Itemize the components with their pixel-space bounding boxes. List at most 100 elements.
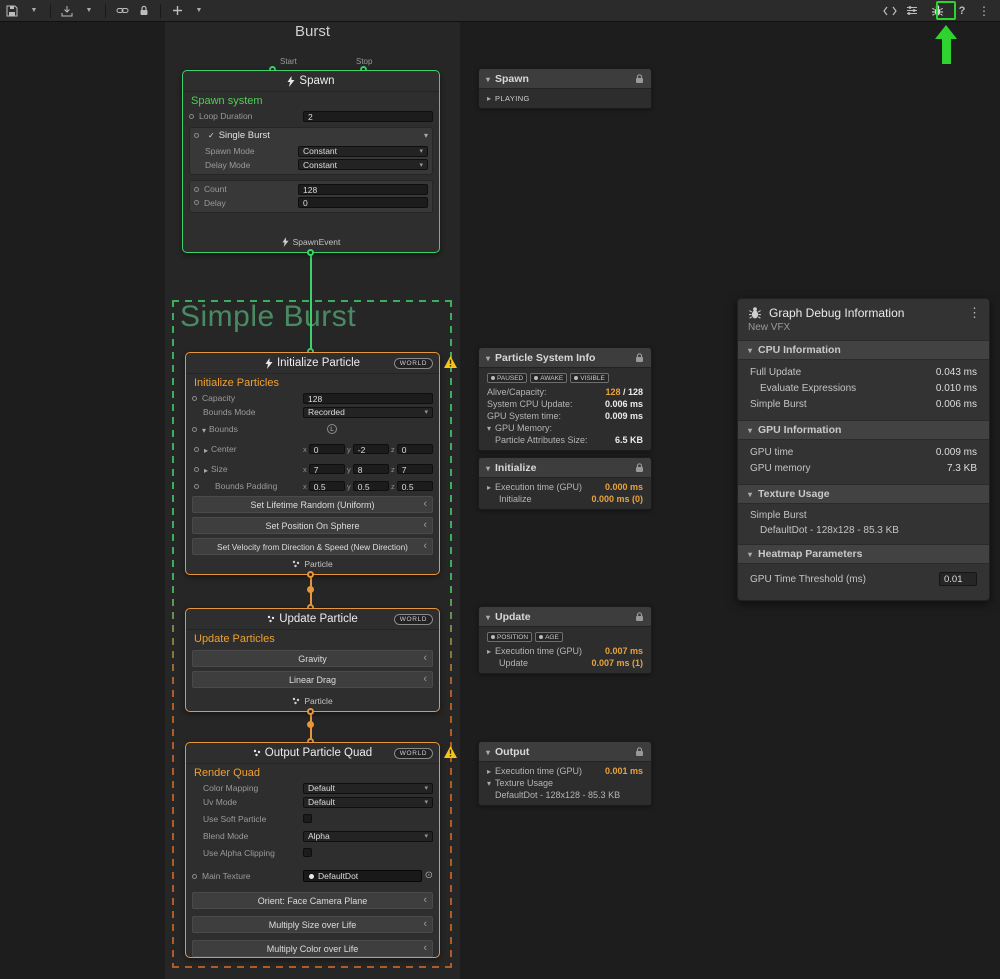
input-port-dot[interactable]: [194, 133, 199, 138]
collapse-caret-icon[interactable]: [424, 130, 428, 141]
section-caret-icon[interactable]: [748, 548, 752, 560]
lock-icon[interactable]: [635, 353, 644, 363]
block-chevron-icon[interactable]: ‹: [423, 541, 427, 552]
update-monitor-header[interactable]: Update: [479, 607, 651, 627]
uv-mode-dropdown[interactable]: Default: [303, 797, 433, 808]
center-y-field[interactable]: -2: [353, 444, 389, 454]
block-chevron-icon[interactable]: ‹: [423, 919, 427, 930]
spawn-mode-dropdown[interactable]: Constant: [298, 146, 428, 157]
loop-duration-field[interactable]: 2: [303, 111, 433, 122]
bounds-mode-dropdown[interactable]: Recorded: [303, 407, 433, 418]
section-caret-icon[interactable]: [486, 352, 490, 364]
main-texture-object-field[interactable]: DefaultDot: [303, 870, 422, 882]
checkbox-checked-icon[interactable]: [208, 130, 215, 141]
single-burst-header[interactable]: Single Burst: [190, 128, 432, 143]
output-monitor-header[interactable]: Output: [479, 742, 651, 762]
lock-icon[interactable]: [635, 463, 644, 473]
spawn-context-node[interactable]: Spawn Spawn system Loop Duration 2 Singl…: [182, 70, 440, 253]
block-multiply-color[interactable]: Multiply Color over Life‹: [192, 940, 433, 957]
size-y-field[interactable]: 8: [353, 464, 389, 474]
collapsed-caret-icon[interactable]: [204, 460, 208, 478]
count-field[interactable]: 128: [298, 184, 428, 195]
expand-caret-icon[interactable]: [487, 423, 491, 433]
heatmap-parameters-section[interactable]: Heatmap Parameters: [738, 544, 989, 564]
input-port-dot[interactable]: [192, 874, 197, 879]
more-menu-icon[interactable]: ⋮: [976, 2, 992, 20]
block-chevron-icon[interactable]: ‹: [423, 520, 427, 531]
lock-icon[interactable]: [635, 74, 644, 84]
add-icon[interactable]: [169, 2, 185, 20]
block-chevron-icon[interactable]: ‹: [423, 895, 427, 906]
row-caret-icon[interactable]: [487, 482, 491, 492]
cpu-information-section[interactable]: CPU Information: [738, 340, 989, 360]
row-caret-icon[interactable]: [487, 766, 491, 776]
lock-icon[interactable]: [136, 2, 152, 20]
output-context-node[interactable]: Output Particle Quad WORLD Render Quad C…: [185, 742, 440, 958]
block-gravity[interactable]: Gravity‹: [192, 650, 433, 667]
block-orient-face-camera[interactable]: Orient: Face Camera Plane‹: [192, 892, 433, 909]
code-view-icon[interactable]: [882, 2, 898, 20]
expand-caret-icon[interactable]: [487, 778, 491, 788]
section-caret-icon[interactable]: [748, 344, 752, 356]
block-set-velocity[interactable]: Set Velocity from Direction & Speed (New…: [192, 538, 433, 555]
spawn-monitor-header[interactable]: Spawn: [479, 69, 651, 89]
output-warning-icon[interactable]: [444, 746, 457, 758]
section-caret-icon[interactable]: [486, 73, 490, 85]
section-caret-icon[interactable]: [748, 424, 752, 436]
input-port-dot[interactable]: [194, 467, 199, 472]
system-label[interactable]: Simple Burst: [180, 300, 356, 334]
input-port-dot[interactable]: [194, 200, 199, 205]
padding-z-field[interactable]: 0.5: [397, 481, 433, 491]
output-node-header[interactable]: Output Particle Quad WORLD: [186, 743, 439, 764]
single-burst-block[interactable]: Single Burst Spawn Mode Constant Delay M…: [189, 127, 433, 175]
bounds-link-icon[interactable]: L: [327, 424, 337, 434]
lock-icon[interactable]: [635, 747, 644, 757]
help-icon[interactable]: ?: [954, 2, 970, 20]
link-icon[interactable]: [114, 2, 130, 20]
capacity-field[interactable]: 128: [303, 393, 433, 404]
section-caret-icon[interactable]: [748, 488, 752, 500]
block-chevron-icon[interactable]: ‹: [423, 499, 427, 510]
input-port-dot[interactable]: [192, 396, 197, 401]
initialize-node-header[interactable]: Initialize Particle WORLD: [186, 353, 439, 374]
input-port-dot[interactable]: [192, 427, 197, 432]
initialize-output-port[interactable]: [307, 571, 314, 578]
block-chevron-icon[interactable]: ‹: [423, 653, 427, 664]
kebab-menu-icon[interactable]: ⋮: [968, 305, 981, 321]
collapsed-caret-icon[interactable]: [204, 440, 208, 458]
gpu-time-threshold-input[interactable]: 0.01: [939, 572, 977, 586]
center-x-field[interactable]: 0: [309, 444, 345, 454]
expand-caret-icon[interactable]: [202, 420, 206, 438]
use-alpha-clipping-checkbox[interactable]: [303, 848, 312, 857]
settings-sliders-icon[interactable]: [904, 2, 920, 20]
texture-usage-section[interactable]: Texture Usage: [738, 484, 989, 504]
row-caret-icon[interactable]: [487, 646, 491, 656]
input-port-dot[interactable]: [194, 447, 199, 452]
update-output-port[interactable]: [307, 708, 314, 715]
size-z-field[interactable]: 7: [397, 464, 433, 474]
export-icon[interactable]: [59, 2, 75, 20]
block-multiply-size[interactable]: Multiply Size over Life‹: [192, 916, 433, 933]
initialize-warning-icon[interactable]: [444, 356, 457, 368]
state-caret-icon[interactable]: [487, 93, 491, 103]
use-soft-particle-checkbox[interactable]: [303, 814, 312, 823]
section-caret-icon[interactable]: [486, 746, 490, 758]
size-x-field[interactable]: 7: [309, 464, 345, 474]
block-chevron-icon[interactable]: ‹: [423, 674, 427, 685]
count-delay-block[interactable]: Count 128 Delay 0: [189, 180, 433, 213]
block-chevron-icon[interactable]: ‹: [423, 943, 427, 954]
spawn-node-header[interactable]: Spawn: [183, 71, 439, 92]
input-port-dot[interactable]: [194, 484, 199, 489]
center-z-field[interactable]: 0: [397, 444, 433, 454]
update-context-node[interactable]: Update Particle WORLD Update Particles G…: [185, 608, 440, 712]
initialize-context-node[interactable]: Initialize Particle WORLD Initialize Par…: [185, 352, 440, 575]
section-caret-icon[interactable]: [486, 462, 490, 474]
padding-y-field[interactable]: 0.5: [353, 481, 389, 491]
object-picker-icon[interactable]: ⊙: [425, 871, 433, 881]
delay-field[interactable]: 0: [298, 197, 428, 208]
blend-mode-dropdown[interactable]: Alpha: [303, 831, 433, 842]
update-node-header[interactable]: Update Particle WORLD: [186, 609, 439, 630]
block-linear-drag[interactable]: Linear Drag‹: [192, 671, 433, 688]
spawn-output-port[interactable]: [307, 249, 314, 256]
block-set-position-on-sphere[interactable]: Set Position On Sphere‹: [192, 517, 433, 534]
